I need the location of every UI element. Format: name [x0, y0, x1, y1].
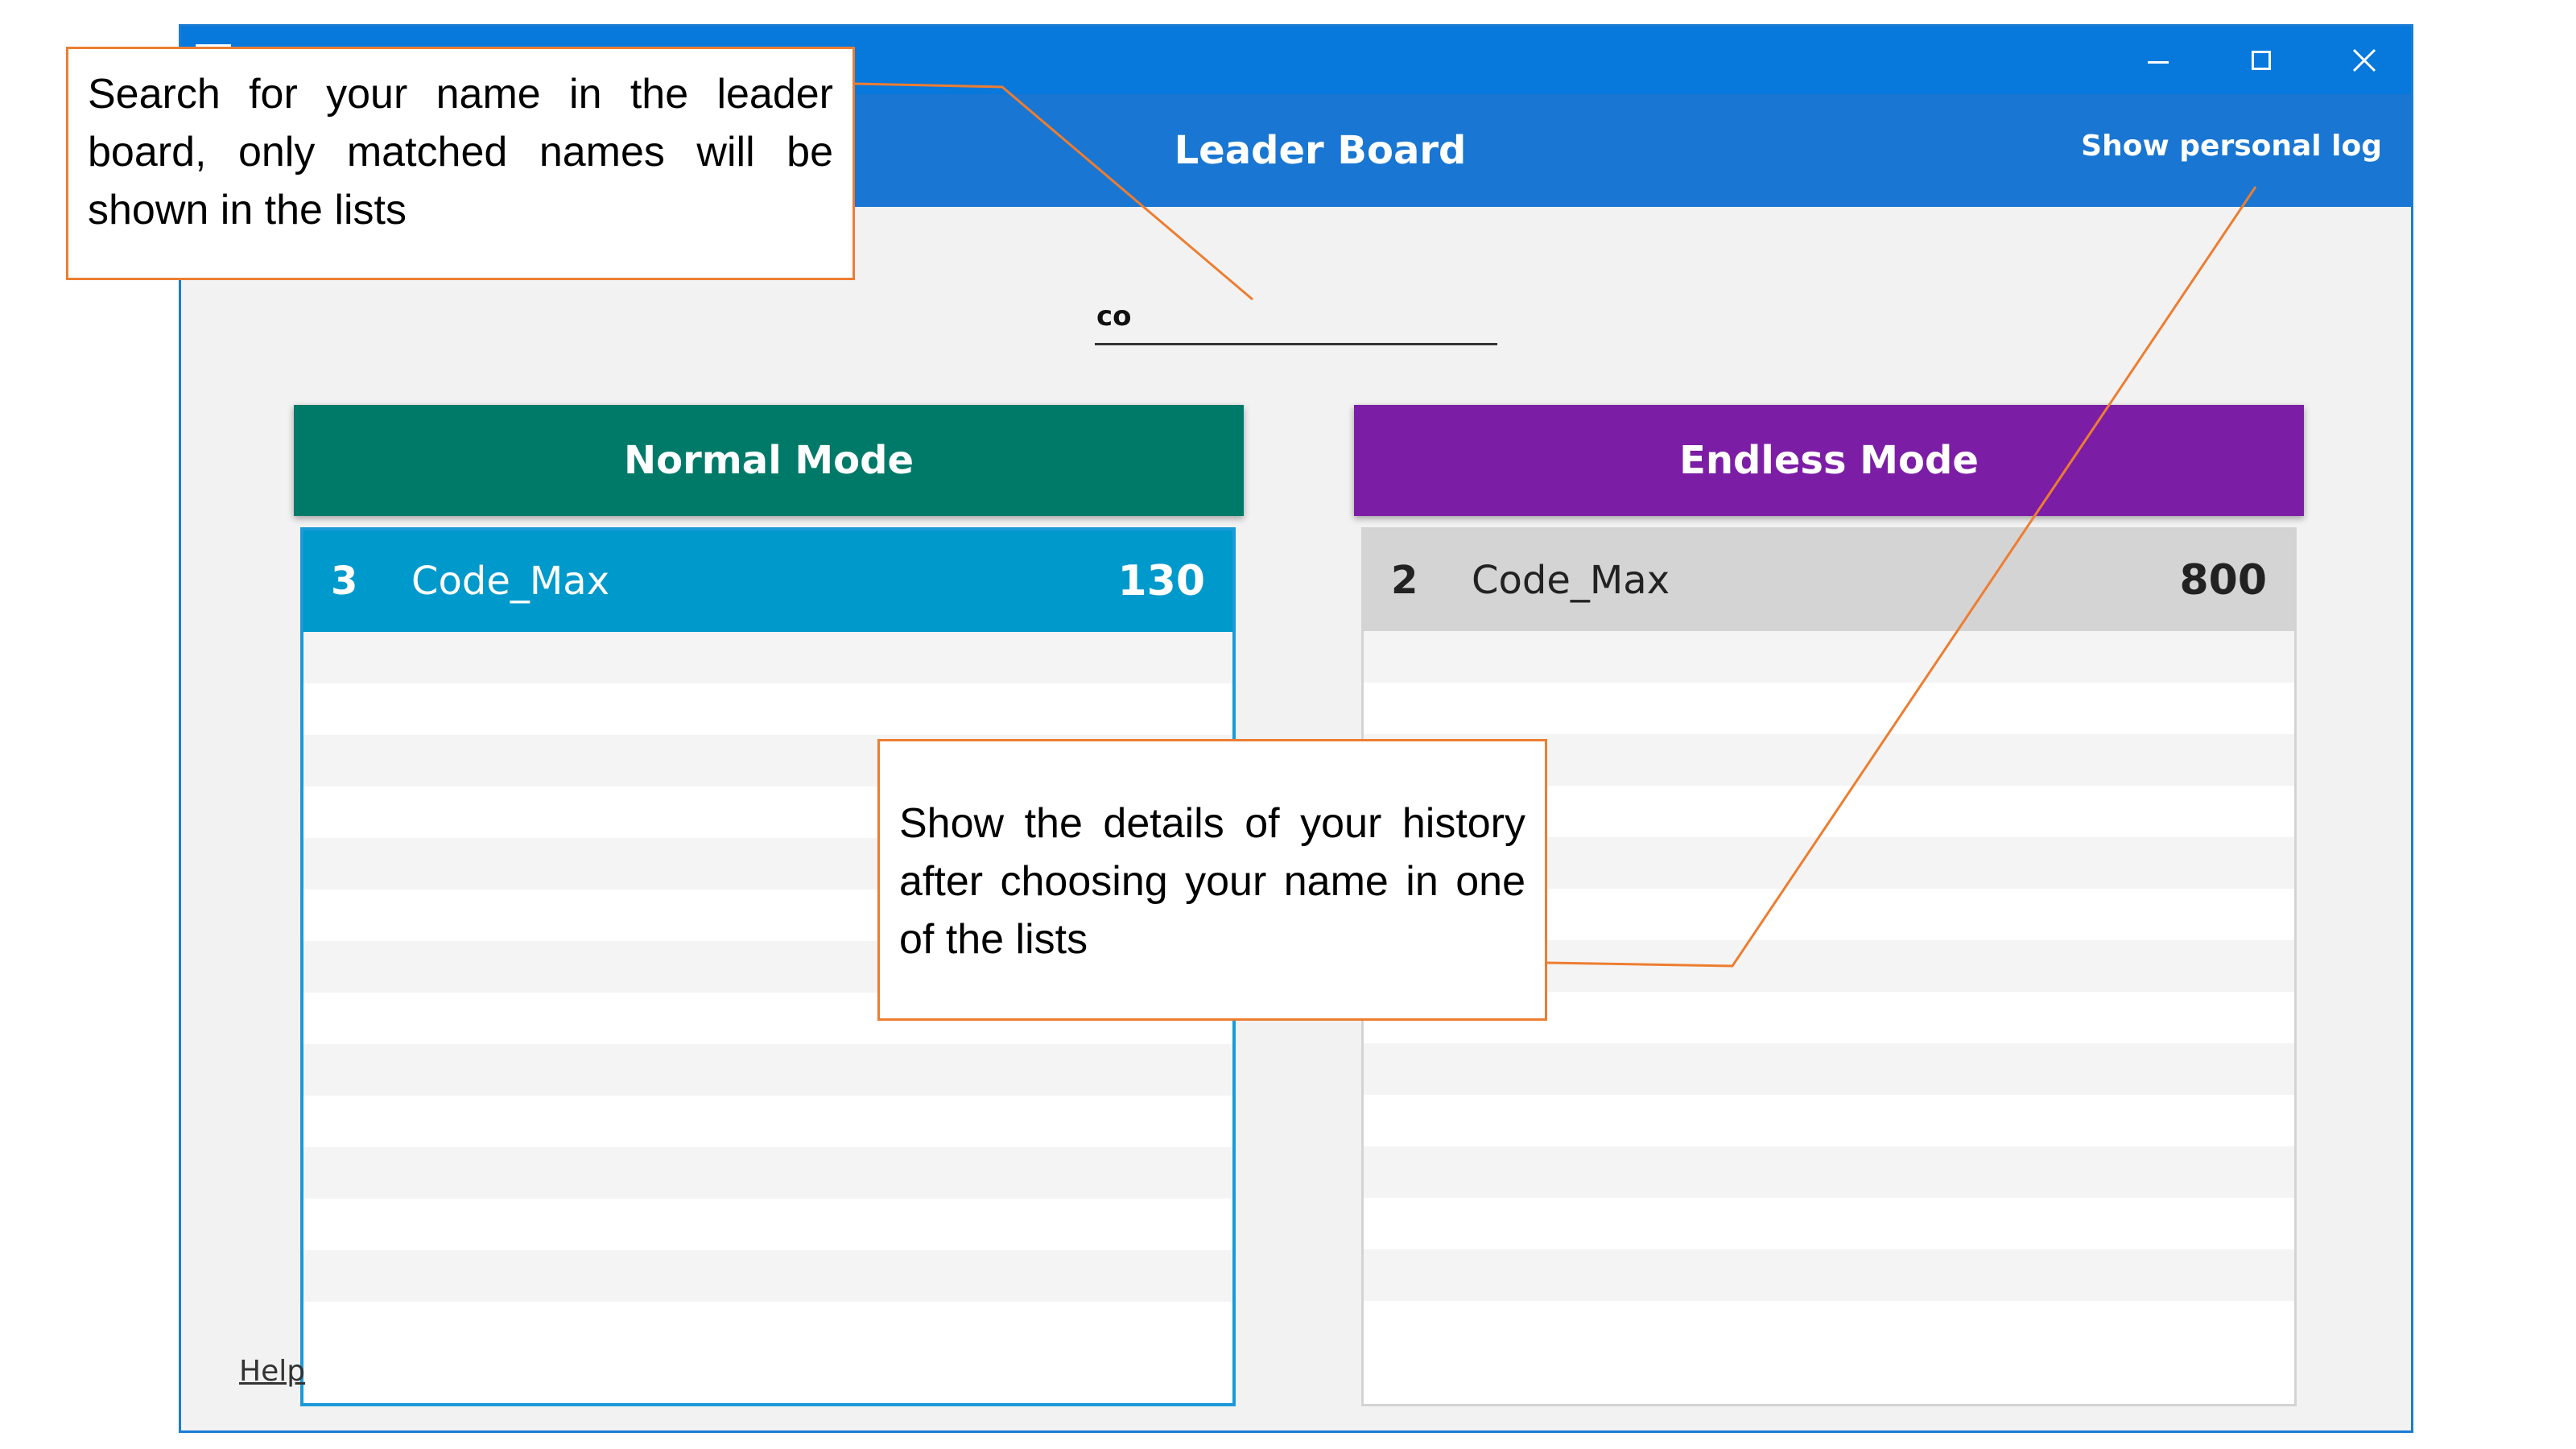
close-icon [2352, 48, 2376, 72]
rank-number: 2 [1391, 558, 1418, 603]
minimize-icon [2148, 60, 2169, 64]
empty-row [1364, 1095, 2294, 1146]
search-input[interactable] [1095, 289, 1497, 345]
empty-row [303, 1250, 1232, 1302]
maximize-button[interactable] [2210, 27, 2313, 94]
player-score: 800 [2179, 556, 2267, 605]
player-name: Code_Max [411, 559, 610, 604]
empty-row [303, 1147, 1232, 1199]
endless-mode-header: Endless Mode [1354, 405, 2304, 516]
show-personal-log-button[interactable]: Show personal log [2081, 130, 2382, 163]
empty-row [303, 1096, 1232, 1147]
close-button[interactable] [2313, 27, 2416, 94]
empty-row [303, 683, 1232, 735]
player-name: Code_Max [1472, 558, 1670, 603]
empty-row [1364, 1043, 2294, 1095]
empty-row [1364, 683, 2294, 734]
empty-row [1364, 1198, 2294, 1249]
empty-row [303, 1044, 1232, 1096]
personal-log-callout: Show the details of your history after c… [877, 739, 1547, 1021]
list-item[interactable]: 3 Code_Max 130 [303, 530, 1232, 632]
empty-row [1364, 1249, 2294, 1301]
empty-row [303, 1199, 1232, 1250]
empty-row [303, 1302, 1232, 1353]
maximize-icon [2252, 51, 2271, 70]
help-link[interactable]: Help [239, 1355, 305, 1388]
empty-row [1364, 1146, 2294, 1198]
empty-row [1364, 631, 2294, 683]
normal-mode-header: Normal Mode [294, 405, 1244, 516]
minimize-button[interactable] [2107, 27, 2210, 94]
search-callout: Search for your name in the leader board… [66, 47, 855, 280]
rank-number: 3 [331, 559, 358, 604]
empty-row [1364, 1301, 2294, 1352]
empty-row [303, 632, 1232, 683]
player-score: 130 [1117, 557, 1205, 605]
list-item[interactable]: 2 Code_Max 800 [1364, 530, 2294, 631]
